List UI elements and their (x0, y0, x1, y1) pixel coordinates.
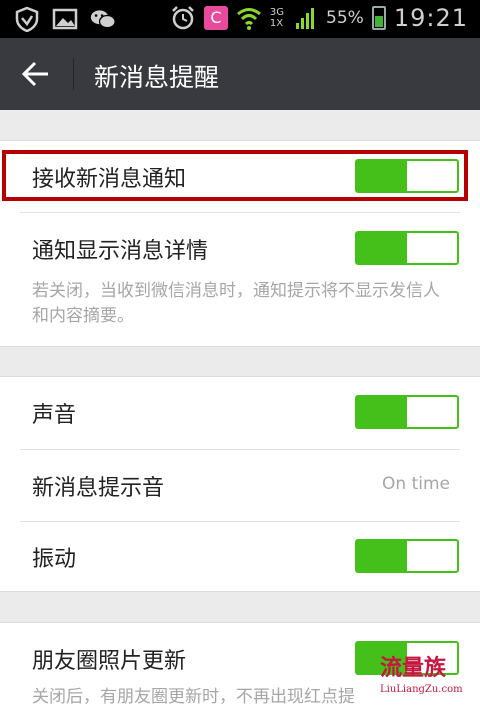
setting-label: 通知显示消息详情 (32, 239, 209, 264)
shield-icon (15, 6, 39, 32)
setting-label: 朋友圈照片更新 (32, 649, 187, 674)
wifi-icon (236, 8, 261, 30)
app-icon: C (203, 6, 228, 30)
sound-group: 声音 新消息提示音 On time 振动 (0, 376, 480, 592)
setting-row-vibrate[interactable]: 振动 (0, 522, 480, 592)
clock: 19:21 (393, 4, 468, 32)
back-button[interactable] (12, 54, 60, 94)
highlight-box (2, 150, 468, 201)
show-details-toggle[interactable] (355, 231, 459, 265)
network-type: 3G 1X (269, 7, 285, 29)
battery-percent: 55% (326, 8, 364, 28)
action-bar-divider (73, 58, 74, 90)
back-arrow-icon (22, 61, 48, 87)
setting-label: 振动 (32, 547, 77, 572)
wechat-icon (90, 10, 116, 29)
status-bar: C 3G 1X 55% 19:21 (0, 0, 480, 38)
ringtone-value: On time (382, 474, 450, 494)
setting-row-show-details[interactable]: 通知显示消息详情 若关闭，当收到微信消息时，通知提示将不显示发信人和内容摘要。 (0, 213, 480, 348)
sound-toggle[interactable] (355, 395, 459, 429)
setting-label: 声音 (32, 403, 77, 428)
alarm-icon (172, 6, 194, 30)
watermark-logo: 流量族 LiuLiangZu.com (380, 655, 463, 695)
gallery-icon (52, 8, 78, 30)
setting-row-sound[interactable]: 声音 (0, 377, 480, 449)
action-bar: 新消息提醒 (0, 38, 480, 110)
setting-row-ringtone[interactable]: 新消息提示音 On time (0, 450, 480, 522)
battery-icon (371, 6, 386, 30)
page-title: 新消息提醒 (94, 63, 220, 92)
setting-description: 若关闭，当收到微信消息时，通知提示将不显示发信人和内容摘要。 (32, 281, 440, 326)
signal-icon (296, 8, 315, 29)
setting-label: 新消息提示音 (32, 476, 165, 501)
vibrate-toggle[interactable] (355, 539, 459, 573)
